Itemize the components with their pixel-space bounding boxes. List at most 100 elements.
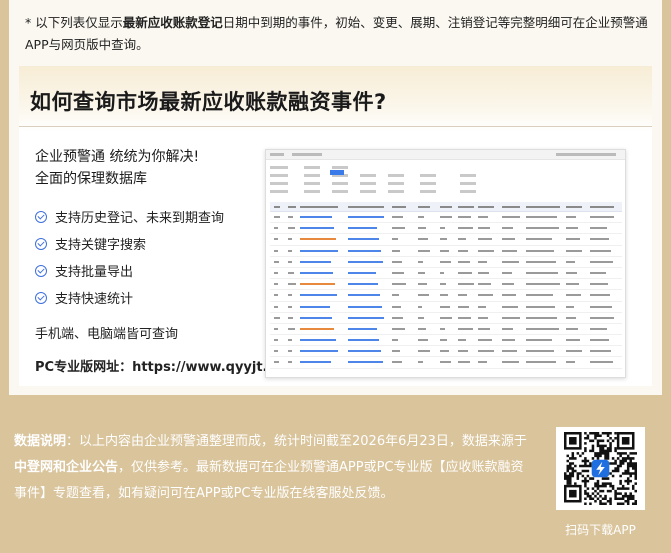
filter-chip	[332, 182, 348, 185]
table-cell	[526, 316, 557, 319]
table-cell	[274, 305, 278, 308]
table-cell	[590, 327, 607, 330]
table-cell	[502, 249, 517, 252]
table-cell	[478, 227, 490, 230]
table-cell	[274, 350, 278, 353]
table-cell	[418, 294, 429, 297]
table-cell	[288, 283, 296, 286]
table-cell	[502, 260, 519, 263]
feature-item: 支持快速统计	[35, 284, 224, 311]
table-cell	[392, 327, 405, 330]
table-cell	[274, 283, 278, 286]
table-cell	[288, 339, 292, 342]
disclaimer-label: 数据说明	[14, 434, 67, 449]
table-cell	[300, 361, 331, 364]
table-cell	[590, 238, 609, 241]
filter-chip	[304, 166, 320, 169]
table-cell	[418, 227, 426, 230]
toolbar-mark	[270, 153, 284, 156]
table-cell	[288, 327, 295, 330]
table-cell	[458, 361, 470, 364]
table-cell	[590, 339, 609, 342]
table-cell	[502, 227, 513, 230]
table-cell	[288, 350, 292, 353]
table-row	[270, 324, 622, 336]
table-cell	[392, 339, 398, 342]
table-cell	[458, 283, 474, 286]
table-cell	[566, 249, 582, 252]
table-cell	[348, 350, 381, 353]
table-cell	[440, 327, 445, 330]
filter-row	[270, 188, 620, 196]
table-cell	[274, 238, 278, 241]
filter-chip	[460, 174, 476, 177]
tagline-line-2: 全面的保理数据库	[35, 171, 147, 187]
table-cell	[288, 238, 292, 241]
table-row	[270, 212, 622, 224]
table-cell	[458, 294, 467, 297]
table-row	[270, 268, 622, 280]
table-cell	[458, 327, 473, 330]
header-cell	[274, 206, 280, 208]
table-cell	[300, 227, 334, 230]
table-cell	[440, 249, 449, 252]
table-cell	[348, 238, 379, 241]
table-cell	[392, 216, 403, 218]
table-cell	[300, 249, 338, 252]
note-prefix: * 以下列表仅显示	[25, 15, 123, 30]
table-cell	[478, 283, 491, 286]
feature-list: 支持历史登记、未来到期查询 支持关键字搜索 支持批量导出 支持快速统计	[35, 203, 224, 311]
table-cell	[440, 216, 452, 218]
tagline-line-1: 企业预警通 统统为你解决!	[35, 149, 200, 165]
table-cell	[348, 294, 380, 297]
table-header	[270, 202, 622, 212]
filter-chip	[270, 190, 288, 193]
header-cell	[590, 206, 614, 208]
feature-item: 支持批量导出	[35, 257, 224, 284]
filter-chip	[270, 166, 288, 169]
table-row	[270, 302, 622, 313]
header-cell	[348, 206, 384, 208]
list-note: * 以下列表仅显示最新应收账款登记日期中到期的事件，初始、变更、展期、注销登记等…	[25, 12, 655, 56]
table-cell	[288, 271, 294, 274]
table-cell	[288, 216, 293, 218]
table-cell	[440, 238, 447, 241]
table-cell	[392, 350, 400, 353]
header-cell	[502, 206, 520, 208]
table-cell	[502, 305, 518, 308]
table-cell	[300, 294, 337, 297]
table-cell	[502, 350, 517, 353]
filter-chip	[460, 182, 476, 185]
table-cell	[590, 294, 610, 297]
table-cell	[526, 305, 555, 308]
table-cell	[478, 294, 493, 297]
table-cell	[392, 271, 404, 274]
pc-url-label: PC专业版网址：	[35, 360, 133, 375]
search-button	[330, 170, 344, 175]
table-cell	[566, 294, 581, 297]
table-cell	[288, 305, 292, 308]
table-cell	[478, 316, 488, 319]
multi-device-text: 手机端、电脑端皆可查询	[35, 327, 179, 342]
table-cell	[590, 350, 611, 353]
filter-chip	[388, 174, 404, 177]
table-cell	[478, 249, 494, 252]
table-cell	[440, 271, 444, 274]
table-cell	[526, 327, 559, 330]
table-cell	[392, 305, 401, 308]
table-cell	[590, 227, 607, 230]
table-cell	[440, 283, 446, 286]
table-cell	[300, 283, 335, 286]
qr-finder-inner	[621, 437, 630, 445]
table-cell	[418, 350, 430, 353]
table-cell	[590, 271, 606, 274]
table-cell	[458, 260, 470, 263]
qr-code[interactable]	[556, 427, 645, 510]
table-cell	[526, 339, 552, 342]
table-cell	[274, 260, 279, 263]
toolbar-mark	[292, 153, 322, 156]
pc-url-link[interactable]: https://www.qyyjt.cn	[132, 360, 284, 375]
table-cell	[348, 271, 376, 274]
check-circle-icon	[35, 264, 47, 277]
header-cell	[440, 206, 452, 208]
